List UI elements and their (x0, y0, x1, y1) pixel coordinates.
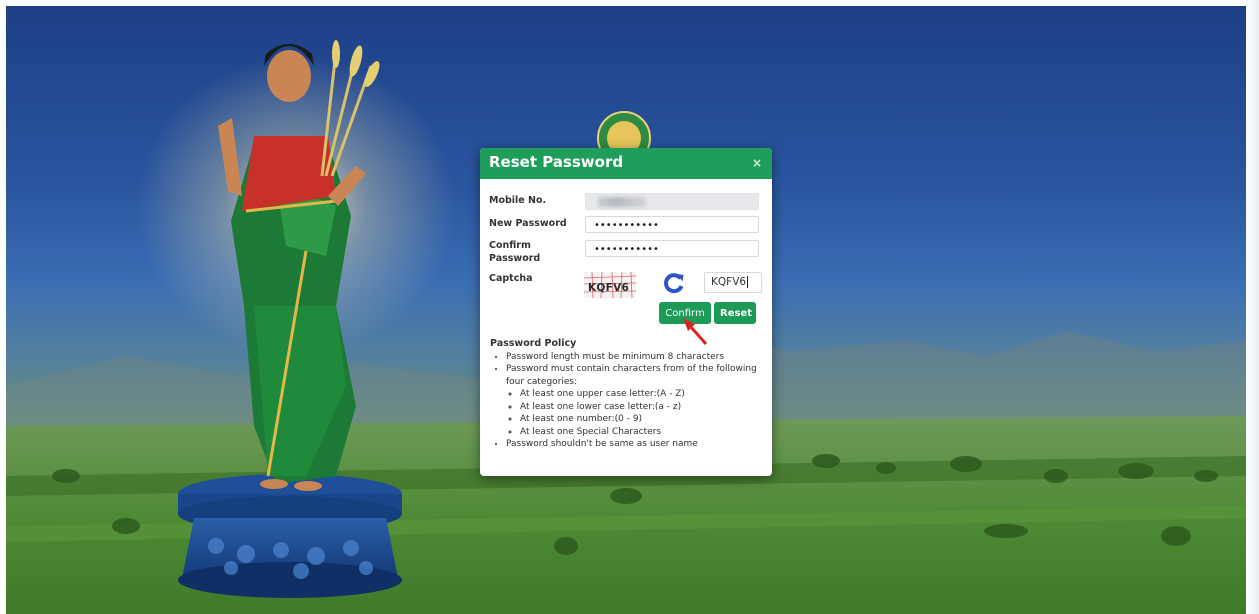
redacted-mobile-number (598, 197, 646, 207)
confirm-password-input[interactable]: ••••••••••• (585, 240, 759, 257)
page-right-gutter (1246, 0, 1259, 614)
new-password-mask: ••••••••••• (594, 220, 659, 231)
policy-sub-1: At least one upper case letter:(A - Z) (520, 388, 770, 401)
password-policy: Password Policy Password length must be … (490, 338, 770, 451)
mobile-input[interactable] (585, 193, 759, 210)
policy-rule-2: Password must contain characters from of… (506, 363, 770, 438)
confirm-password-label: Confirm Password (489, 239, 540, 265)
policy-sub-3: At least one number:(0 - 9) (520, 413, 770, 426)
policy-sub-4: At least one Special Characters (520, 426, 770, 439)
mobile-label: Mobile No. (489, 195, 547, 206)
captcha-input[interactable]: KQFV6 (704, 272, 762, 293)
captcha-label: Captcha (489, 273, 533, 284)
text-cursor (747, 276, 749, 288)
confirm-password-mask: ••••••••••• (594, 244, 659, 255)
dialog-title: Reset Password (489, 153, 624, 171)
reset-button[interactable]: Reset (714, 302, 756, 324)
captcha-image-text: KQFV6 (588, 282, 630, 294)
dialog-header: Reset Password × (480, 148, 772, 179)
new-password-label: New Password (489, 218, 567, 229)
captcha-image: KQFV6 (584, 272, 636, 298)
new-password-input[interactable]: ••••••••••• (585, 216, 759, 233)
policy-rule-1: Password length must be minimum 8 charac… (506, 351, 770, 364)
close-icon[interactable]: × (750, 156, 764, 170)
policy-rule-3: Password shouldn't be same as user name (506, 438, 770, 451)
policy-title: Password Policy (490, 338, 577, 349)
reset-password-dialog: Reset Password × Mobile No. New Password… (480, 148, 772, 476)
policy-sublist: At least one upper case letter:(A - Z) A… (506, 388, 770, 438)
policy-sub-2: At least one lower case letter:(a - z) (520, 401, 770, 414)
refresh-icon[interactable] (663, 272, 685, 294)
confirm-password-label-line1: Confirm (489, 240, 531, 251)
captcha-input-value: KQFV6 (711, 276, 747, 288)
policy-rule-2-text: Password must contain characters from of… (506, 364, 757, 387)
policy-list: Password length must be minimum 8 charac… (490, 351, 770, 451)
confirm-password-label-line2: Password (489, 253, 541, 264)
